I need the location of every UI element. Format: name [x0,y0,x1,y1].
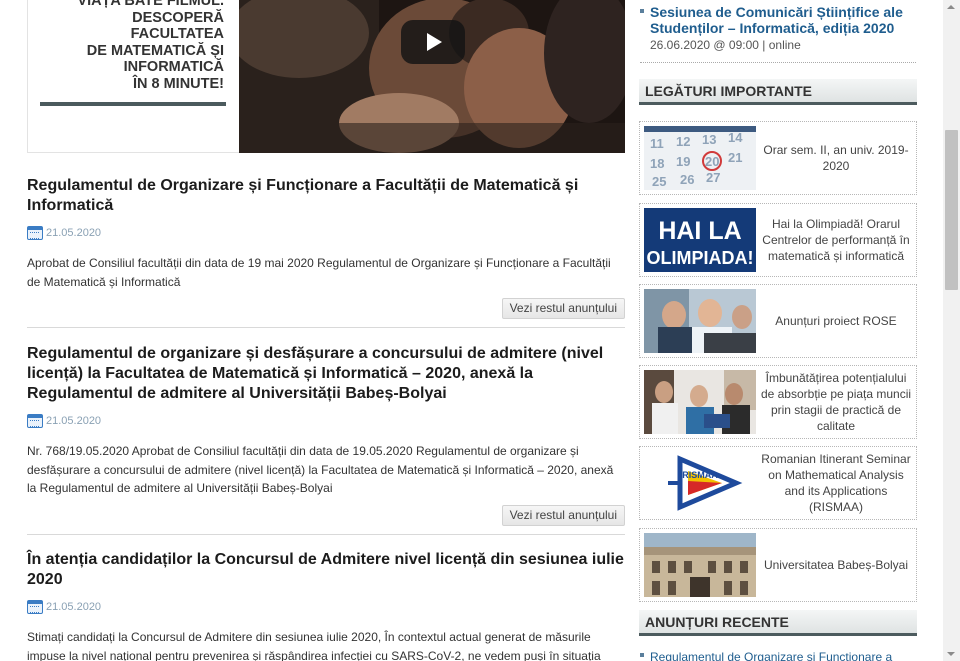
svg-text:14: 14 [728,130,743,145]
event-meta: 26.06.2020 @ 09:00 | online [650,38,801,52]
svg-text:13: 13 [702,132,716,147]
announcement-date: 21.05.2020 [46,227,102,239]
rismaa-logo-text: RISMAA [682,470,718,480]
university-building-icon [644,533,756,597]
promo-line: Viața bate filmul. [77,0,224,9]
promo-line: Facultatea [130,26,224,42]
recent-announcement-link[interactable]: Regulamentul de Organizare și Funcționar… [650,650,892,661]
svg-text:27: 27 [706,170,720,185]
olympiad-banner-icon: HAI LA OLIMPIADA! [644,208,756,272]
calendar-icon [27,600,43,614]
divider [27,534,625,535]
svg-text:18: 18 [650,156,664,171]
read-more-button[interactable]: Vezi restul anunțului [501,504,625,526]
banner-line: OLIMPIADA! [647,248,754,268]
announcement-meta: 21.05.2020 [27,599,625,615]
promo-line: Informatică [123,59,224,75]
link-label: Orar sem. II, an univ. 2019-2020 [763,143,909,173]
announcement-excerpt: Stimați candidați la Concursul de Admite… [27,630,601,661]
event-item: Sesiunea de Comunicări Științifice ale S… [640,4,916,52]
announcement-excerpt: Aprobat de Consiliul facultății din data… [27,256,611,289]
important-links-heading: LEGĂTURI IMPORTANTE [639,79,917,105]
practice-photo-icon [644,370,756,434]
announcement-title[interactable]: Regulamentul de organizare și desfășurar… [27,344,625,404]
promo-divider [40,102,226,106]
announcement-date: 21.05.2020 [46,601,102,613]
link-rose-project[interactable]: Anunțuri proiect ROSE [639,284,917,358]
announcement-meta: 21.05.2020 [27,225,625,241]
banner-line: HAI LA [658,217,741,245]
vertical-scrollbar[interactable] [943,0,960,661]
link-rismaa[interactable]: RISMAA Romanian Itinerant Seminar on Mat… [639,446,917,520]
svg-text:20: 20 [705,154,719,169]
students-photo-icon [644,289,756,353]
svg-text:12: 12 [676,134,690,149]
link-ubb[interactable]: Universitatea Babeș-Bolyai [639,528,917,602]
scroll-down-icon[interactable] [947,652,955,656]
bullet-icon [640,9,644,13]
announcement-2: Regulamentul de organizare și desfășurar… [27,344,625,526]
promo-video[interactable] [239,0,625,153]
link-internships[interactable]: Îmbunătățirea potențialului de absorbție… [639,365,917,439]
divider [640,62,916,63]
svg-text:26: 26 [680,172,694,187]
divider [27,327,625,328]
calendar-icon [27,226,43,240]
link-label: Romanian Itinerant Seminar on Mathematic… [761,452,911,514]
rismaa-logo-icon: RISMAA [644,451,756,515]
play-icon[interactable] [401,20,465,64]
link-label: Anunțuri proiect ROSE [775,314,897,328]
announcement-date: 21.05.2020 [46,415,102,427]
announcement-title[interactable]: Regulamentul de Organizare și Funcționar… [27,176,625,216]
promo-line: Descoperă [132,9,224,26]
promo-line: de Matematică și [86,42,224,59]
event-title[interactable]: Sesiunea de Comunicări Științifice ale S… [650,4,916,36]
announcement-1: Regulamentul de Organizare și Funcționar… [27,176,625,319]
recent-announcement-item[interactable]: Regulamentul de Organizare și Funcționar… [640,648,916,661]
calendar-thumbnail-icon: 11 12 13 14 18 19 21 25 26 27 20 [644,126,756,190]
read-more-button[interactable]: Vezi restul anunțului [501,298,625,319]
promo-text: Viața bate filmul. Descoperă Facultatea … [24,0,224,92]
link-olympiad[interactable]: HAI LA OLIMPIADA! Hai la Olimpiadă! Orar… [639,203,917,277]
recent-announcements-heading: ANUNȚURI RECENTE [639,610,917,636]
link-label: Universitatea Babeș-Bolyai [763,558,909,572]
announcement-meta: 21.05.2020 [27,413,625,429]
calendar-icon [27,414,43,428]
promo-block: Viața bate filmul. Descoperă Facultatea … [27,0,625,153]
link-label: Hai la Olimpiadă! Orarul Centrelor de pe… [762,217,910,263]
link-label: Îmbunătățirea potențialului de absorbție… [760,371,912,433]
promo-line: în 8 minute! [132,75,224,92]
svg-text:11: 11 [650,136,664,151]
svg-text:21: 21 [728,150,742,165]
announcement-title[interactable]: În atenția candidaților la Concursul de … [27,550,625,590]
svg-text:25: 25 [652,174,666,189]
svg-text:19: 19 [676,154,690,169]
bullet-icon [640,653,644,657]
link-timetable[interactable]: 11 12 13 14 18 19 21 25 26 27 20 Orar sem. II, … [639,121,917,195]
announcement-excerpt: Nr. 768/19.05.2020 Aprobat de Consiliul … [27,444,614,495]
scroll-up-icon[interactable] [947,5,955,9]
announcement-3: În atenția candidaților la Concursul de … [27,550,625,661]
scrollbar-thumb[interactable] [945,130,958,290]
